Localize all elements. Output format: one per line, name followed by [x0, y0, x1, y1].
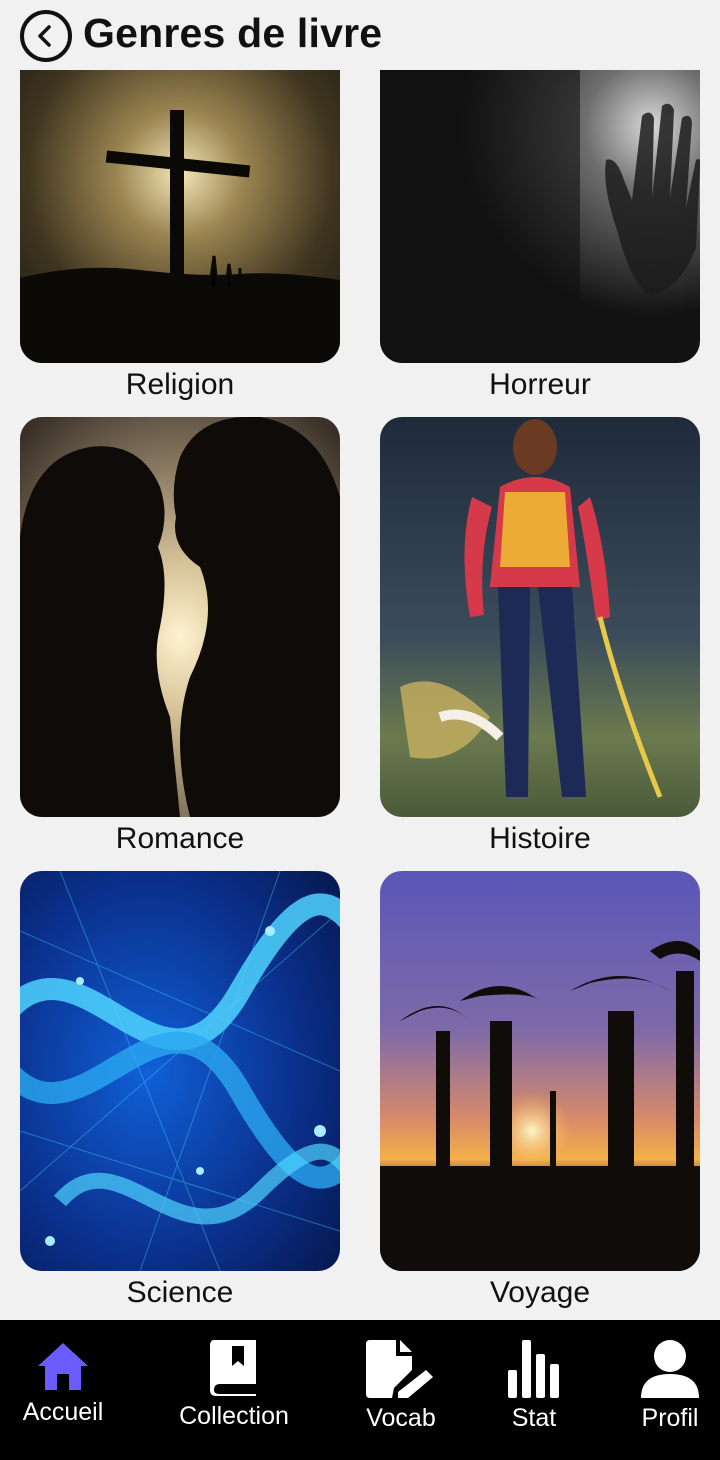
genre-image-histoire	[380, 417, 700, 817]
genre-label: Religion	[125, 368, 235, 401]
nav-label: Accueil	[22, 1398, 104, 1426]
genre-card-horreur[interactable]: Horreur	[380, 48, 700, 401]
genre-grid: Religion Horreur Romance Histoire Scienc…	[0, 0, 720, 1320]
back-button[interactable]	[20, 10, 72, 62]
nav-label: Vocab	[366, 1404, 436, 1432]
user-icon	[641, 1340, 699, 1398]
genre-card-voyage[interactable]: Voyage	[380, 871, 700, 1309]
chevron-left-icon	[38, 25, 51, 47]
genre-card-science[interactable]: Science	[20, 871, 340, 1309]
bottom-nav: Accueil Collection Vocab Stat Profil	[0, 1320, 720, 1460]
genre-card-religion[interactable]: Religion	[20, 48, 340, 401]
nav-item-accueil[interactable]: Accueil	[18, 1340, 108, 1450]
genre-image-voyage	[380, 871, 700, 1271]
nav-item-vocab[interactable]: Vocab	[360, 1340, 442, 1450]
edit-document-icon	[366, 1340, 433, 1398]
book-icon	[210, 1340, 256, 1396]
nav-label: Profil	[641, 1404, 699, 1432]
genre-image-horreur	[380, 48, 700, 363]
genre-label: Horreur	[489, 368, 591, 401]
genre-label: Romance	[115, 822, 245, 855]
genre-image-romance	[20, 417, 340, 817]
bar-chart-icon	[508, 1340, 559, 1398]
nav-label: Stat	[511, 1404, 557, 1432]
page-title: Genres de livre	[83, 10, 383, 56]
genre-label: Voyage	[489, 1276, 591, 1309]
genre-label: Histoire	[489, 822, 591, 855]
header: Genres de livre	[0, 0, 720, 70]
nav-item-collection[interactable]: Collection	[172, 1340, 296, 1450]
home-icon	[38, 1343, 88, 1390]
genre-image-religion	[20, 48, 340, 363]
nav-item-profil[interactable]: Profil	[636, 1340, 704, 1450]
nav-label: Collection	[179, 1402, 289, 1430]
genre-label: Science	[126, 1276, 234, 1309]
nav-item-stat[interactable]: Stat	[506, 1340, 562, 1450]
genre-card-histoire[interactable]: Histoire	[380, 417, 700, 855]
genre-card-romance[interactable]: Romance	[20, 417, 340, 855]
genre-image-science	[20, 871, 340, 1271]
